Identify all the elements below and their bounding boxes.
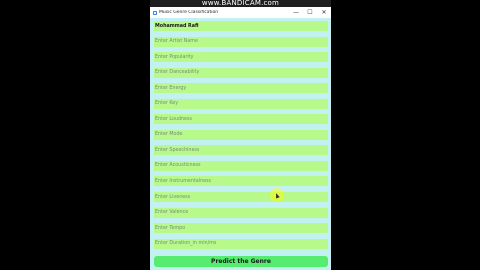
input-field[interactable]: Enter Tempo bbox=[154, 223, 328, 234]
input-field[interactable]: Enter Loudness bbox=[154, 114, 328, 125]
input-field[interactable]: Enter Popularity bbox=[154, 52, 328, 63]
input-field[interactable]: Enter Artist Name bbox=[154, 36, 328, 47]
app-icon bbox=[153, 10, 157, 15]
close-button[interactable]: ✕ bbox=[317, 7, 331, 18]
input-field[interactable]: Enter Valence bbox=[154, 207, 328, 218]
predict-genre-button[interactable]: Predict the Genre bbox=[154, 256, 328, 267]
maximize-button[interactable]: ☐ bbox=[303, 7, 317, 18]
input-field[interactable]: Enter Mode bbox=[154, 129, 328, 140]
input-field[interactable]: Enter Instrumentalness bbox=[154, 176, 328, 187]
input-form: Mohammad Rafi Enter Artist Name Enter Popu… bbox=[154, 21, 328, 254]
input-field[interactable]: Enter Acousticness bbox=[154, 160, 328, 171]
input-field[interactable]: Enter Duration_in min/ms bbox=[154, 238, 328, 249]
title-bar: Music Genre Classification — ☐ ✕ bbox=[150, 7, 331, 18]
input-field[interactable]: Enter Energy bbox=[154, 83, 328, 94]
input-field[interactable]: Mohammad Rafi bbox=[154, 21, 328, 31]
window-title: Music Genre Classification bbox=[159, 10, 219, 15]
app-window: www.BANDICAM.com Music Genre Classificat… bbox=[150, 0, 331, 270]
input-field[interactable]: Enter Speechiness bbox=[154, 145, 328, 156]
minimize-button[interactable]: — bbox=[289, 7, 303, 18]
input-field[interactable]: Enter Liveness bbox=[154, 192, 328, 203]
input-field[interactable]: Enter Key bbox=[154, 98, 328, 109]
input-field[interactable]: Enter Danceability bbox=[154, 67, 328, 78]
recording-watermark: www.BANDICAM.com bbox=[150, 0, 331, 7]
